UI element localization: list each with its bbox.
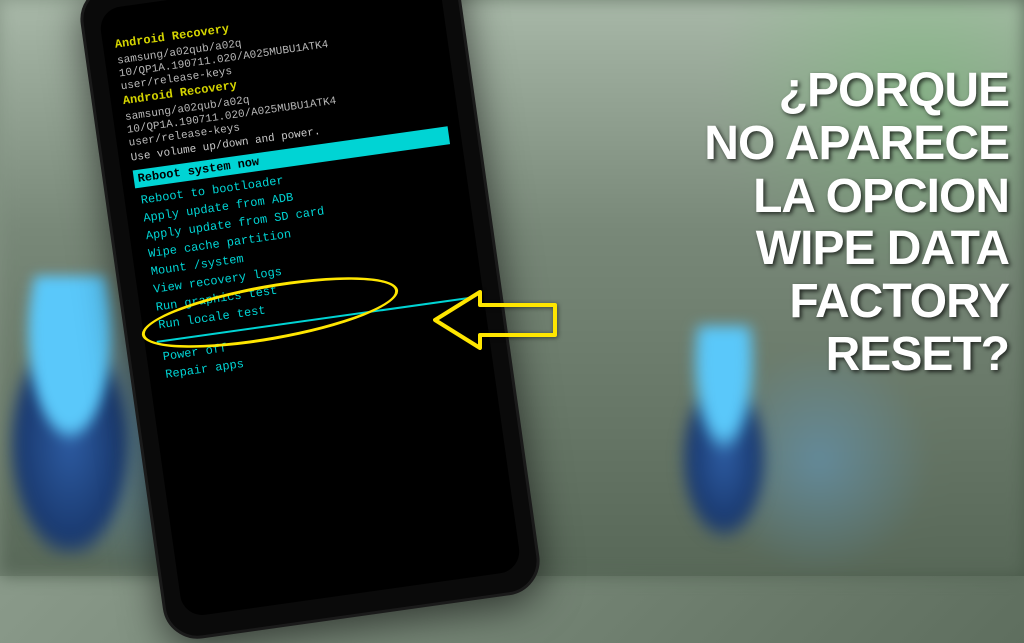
title-line-6: RESET? (699, 329, 1009, 382)
title-line-1: ¿PORQUE (699, 65, 1009, 118)
thumbnail-title-text: ¿PORQUE NO APARECE LA OPCION WIPE DATA F… (699, 65, 1009, 382)
title-line-4: WIPE DATA (699, 223, 1009, 276)
phone-screen: Android Recovery samsung/a02qub/a02q 10/… (98, 0, 522, 618)
title-line-5: FACTORY (699, 276, 1009, 329)
title-line-3: LA OPCION (699, 171, 1009, 224)
title-line-2: NO APARECE (699, 118, 1009, 171)
